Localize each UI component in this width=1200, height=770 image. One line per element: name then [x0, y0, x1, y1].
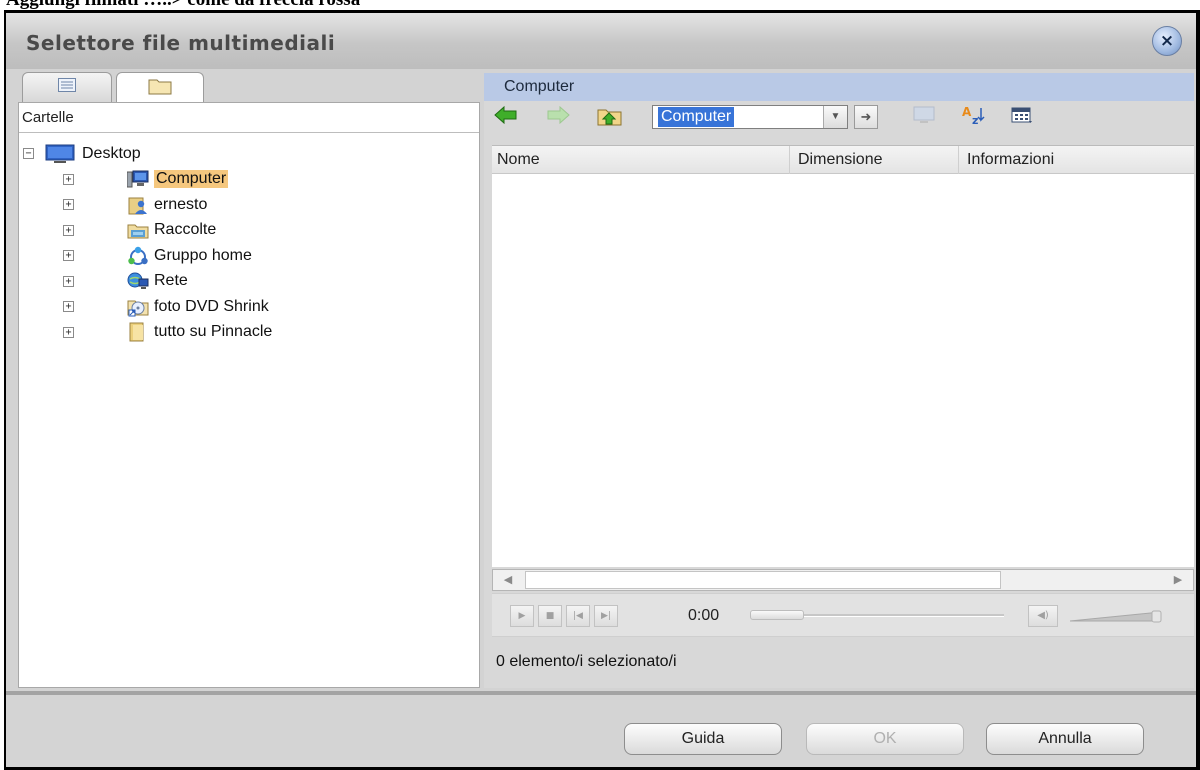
address-value[interactable]: Computer [658, 107, 735, 127]
skip-back-icon: |◀ [573, 611, 583, 621]
network-icon [127, 271, 149, 291]
tree-item-label: tutto su Pinnacle [154, 323, 273, 341]
seek-slider-knob[interactable] [750, 610, 804, 620]
navigation-toolbar: Computer ▼ ➜ Az [484, 101, 1194, 133]
expand-icon[interactable]: + [63, 275, 74, 287]
tree-item-label: foto DVD Shrink [154, 297, 269, 315]
folder-icon [148, 77, 172, 100]
column-header-size[interactable]: Dimensione [791, 146, 959, 174]
ok-button[interactable]: OK [806, 723, 964, 755]
computer-icon [127, 169, 149, 189]
title-bar[interactable]: Selettore file multimediali × [6, 13, 1196, 69]
tree-item-desktop[interactable]: − Desktop [23, 141, 272, 167]
sort-button[interactable]: Az [961, 104, 987, 131]
forward-arrow-icon [546, 105, 570, 130]
scroll-right-icon[interactable]: ▶ [1163, 570, 1193, 590]
libraries-icon [127, 220, 149, 240]
dialog-button-bar: Guida OK Annulla [6, 691, 1196, 767]
horizontal-scrollbar[interactable]: ◀ ▶ [492, 569, 1194, 591]
tree-item-label: Desktop [82, 144, 141, 162]
go-arrow-icon: ➜ [860, 109, 872, 124]
media-player-controls: ▶ ■ |◀ ▶| 0:00 ◀) [492, 593, 1194, 637]
previous-button[interactable]: |◀ [566, 605, 590, 627]
svg-text:z: z [972, 114, 978, 126]
skip-forward-icon: ▶| [601, 611, 611, 621]
tree-item-label: Raccolte [154, 221, 217, 239]
expand-icon[interactable]: + [63, 173, 74, 185]
expand-icon[interactable]: + [63, 326, 74, 338]
playback-time: 0:00 [688, 607, 720, 624]
chevron-down-icon[interactable]: ▼ [823, 106, 847, 128]
back-arrow-icon [494, 105, 518, 130]
media-file-selector-dialog: Selettore file multimediali × Cartelle −… [6, 13, 1196, 767]
left-tabstrip [18, 72, 480, 104]
cancel-button[interactable]: Annulla [986, 723, 1144, 755]
selection-status: 0 elemento/i selezionato/i [496, 653, 677, 670]
expand-icon[interactable]: + [63, 199, 74, 211]
tree-item-label: Computer [154, 170, 229, 189]
volume-slider[interactable] [1069, 606, 1162, 626]
address-field[interactable]: Computer ▼ [652, 105, 848, 129]
stop-button[interactable]: ■ [538, 605, 562, 627]
tree-item-foto-dvd-shrink[interactable]: + foto DVD Shrink [23, 294, 272, 320]
svg-text:A: A [962, 105, 972, 119]
expand-icon[interactable]: + [63, 224, 74, 236]
caption-text: Aggiungi filmati …..> come da freccia ro… [6, 0, 360, 9]
tree-item-gruppo-home[interactable]: + Gruppo home [23, 243, 272, 269]
file-list-header: Nome Dimensione Informazioni [492, 146, 1194, 174]
go-button[interactable]: ➜ [854, 105, 878, 129]
window-title: Selettore file multimediali [26, 31, 336, 55]
file-list[interactable]: Nome Dimensione Informazioni [492, 145, 1194, 567]
file-browser-pane: Computer Computer ▼ ➜ A z Nome Dimension… [484, 73, 1194, 688]
speaker-icon: ◀) [1037, 610, 1049, 621]
monitor-icon [912, 105, 936, 130]
tree-item-raccolte[interactable]: + Raccolte [23, 218, 272, 244]
tree-item-rete[interactable]: + Rete [23, 269, 272, 295]
expand-icon[interactable]: + [63, 250, 74, 262]
view-mode-icon [1011, 105, 1033, 130]
monitor-button[interactable] [912, 106, 936, 128]
location-title: Computer [484, 73, 1194, 101]
folder-tree-pane: Cartelle − Desktop + Computer + ernesto … [18, 102, 480, 688]
back-button[interactable] [494, 105, 518, 130]
tree-item-tutto-su-pinnacle[interactable]: + tutto su Pinnacle [23, 320, 272, 346]
collapse-icon[interactable]: − [23, 148, 34, 160]
expand-icon[interactable]: + [63, 301, 74, 313]
seek-slider[interactable] [750, 610, 1004, 620]
homegroup-icon [127, 246, 149, 266]
tree-item-ernesto[interactable]: + ernesto [23, 192, 272, 218]
forward-button[interactable] [546, 105, 570, 130]
scroll-left-icon[interactable]: ◀ [493, 570, 523, 590]
help-button[interactable]: Guida [624, 723, 782, 755]
list-icon [58, 78, 76, 97]
up-folder-button[interactable] [597, 104, 623, 131]
folders-header: Cartelle [19, 103, 479, 133]
column-header-name[interactable]: Nome [492, 146, 790, 174]
tree-item-label: ernesto [154, 195, 208, 213]
scrollbar-thumb[interactable] [525, 571, 1001, 589]
folder-icon [127, 322, 149, 342]
shortcut-folder-icon [127, 297, 149, 317]
stop-icon: ■ [545, 611, 555, 621]
desktop-icon [44, 144, 76, 164]
user-folder-icon [127, 195, 149, 215]
play-button[interactable]: ▶ [510, 605, 534, 627]
folder-tree: − Desktop + Computer + ernesto + Raccolt… [23, 141, 272, 345]
play-icon: ▶ [518, 611, 526, 621]
tree-item-label: Rete [154, 272, 188, 290]
volume-button[interactable]: ◀) [1028, 605, 1058, 627]
tab-list-view[interactable] [22, 72, 112, 102]
column-header-info[interactable]: Informazioni [960, 146, 1194, 174]
view-mode-button[interactable] [1010, 106, 1034, 128]
tree-item-label: Gruppo home [154, 246, 252, 264]
up-folder-icon [597, 104, 623, 131]
tab-folders[interactable] [116, 72, 204, 104]
next-button[interactable]: ▶| [594, 605, 618, 627]
close-button[interactable]: × [1152, 26, 1182, 56]
sort-az-icon: Az [961, 104, 987, 131]
tree-item-computer[interactable]: + Computer [23, 167, 272, 193]
